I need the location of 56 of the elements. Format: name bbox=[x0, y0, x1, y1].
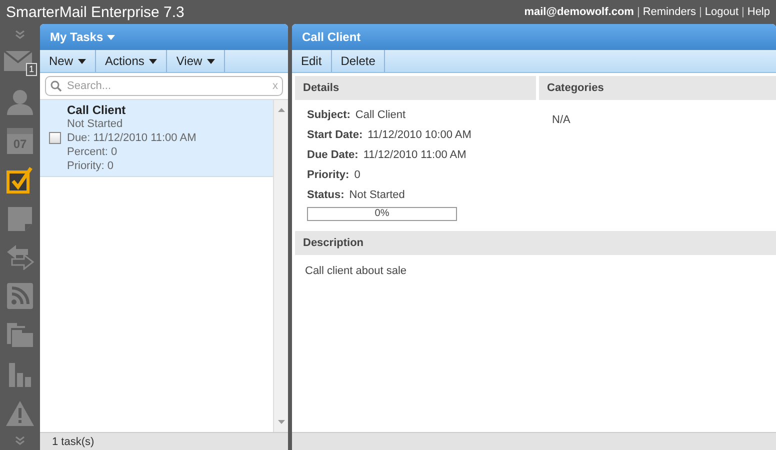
unread-badge: 1 bbox=[26, 63, 37, 76]
separator: | bbox=[636, 6, 640, 18]
scrollbar[interactable] bbox=[273, 100, 288, 432]
task-percent: Percent: 0 bbox=[67, 145, 118, 159]
toolbar-button[interactable]: Edit bbox=[292, 50, 332, 72]
task-title: Call Client bbox=[67, 103, 127, 117]
folders-icon[interactable] bbox=[6, 322, 34, 348]
bar-chart-icon[interactable] bbox=[7, 360, 33, 387]
menu-button[interactable]: View bbox=[167, 50, 226, 72]
caret-icon bbox=[207, 58, 216, 64]
task-status: Not Started bbox=[67, 117, 124, 131]
chevrons-down-icon[interactable] bbox=[14, 30, 26, 40]
chevrons-down-icon[interactable] bbox=[14, 436, 26, 446]
caret-icon bbox=[107, 34, 116, 40]
field-label: Start Date: bbox=[307, 129, 363, 141]
section-title: Details bbox=[303, 82, 340, 94]
arrows-icon[interactable] bbox=[6, 244, 34, 270]
app-title: SmarterMail Enterprise 7.3 bbox=[6, 4, 184, 20]
task-priority: Priority: 0 bbox=[67, 159, 114, 173]
search-icon bbox=[50, 80, 62, 92]
section-title: Description bbox=[303, 237, 364, 249]
scroll-down-icon[interactable] bbox=[278, 420, 284, 424]
field-label: Due Date: bbox=[307, 149, 358, 161]
caret-icon bbox=[149, 58, 158, 64]
field-value: 11/12/2010 10:00 AM bbox=[368, 129, 472, 141]
field-value: 0 bbox=[354, 169, 360, 181]
warning-icon[interactable] bbox=[5, 400, 35, 426]
top-link[interactable]: Help bbox=[747, 6, 770, 18]
separator: | bbox=[742, 6, 744, 18]
progress-reading: 0% bbox=[374, 208, 390, 220]
account-link[interactable]: mail@demowolf.com bbox=[524, 6, 634, 18]
separator: | bbox=[699, 6, 702, 18]
field-label: Subject: bbox=[307, 109, 350, 121]
field-value: 11/12/2010 11:00 AM bbox=[363, 149, 466, 161]
category-text: N/A bbox=[552, 114, 570, 126]
rss-icon[interactable] bbox=[7, 283, 33, 310]
panel-title: Call Client bbox=[302, 30, 361, 44]
top-link[interactable]: Logout bbox=[704, 6, 739, 18]
menu-button[interactable]: Actions bbox=[96, 50, 168, 72]
field-value: Call Client bbox=[355, 109, 406, 121]
field-label: Status: bbox=[307, 189, 344, 201]
section-title: Categories bbox=[547, 82, 604, 94]
note-icon[interactable] bbox=[7, 206, 33, 232]
person-icon[interactable] bbox=[6, 89, 34, 116]
description-text: Call client about sale bbox=[305, 265, 408, 277]
checkbox[interactable] bbox=[49, 132, 61, 144]
toolbar-button[interactable]: Delete bbox=[332, 50, 386, 72]
field-value: Not Started bbox=[349, 189, 405, 201]
task-count: 1 task(s) bbox=[52, 436, 94, 448]
menu-button[interactable]: New bbox=[40, 50, 96, 72]
top-link[interactable]: Reminders bbox=[642, 6, 696, 18]
caret-icon bbox=[78, 58, 86, 64]
task-item[interactable]: Call Client Not Started Due: 11/12/2010 11:00 AM Percent: 0 Priority: 0 bbox=[40, 100, 273, 177]
field-label: Priority: bbox=[307, 169, 350, 181]
task-due: Due: 11/12/2010 11:00 AM bbox=[67, 131, 196, 145]
scroll-up-icon[interactable] bbox=[278, 108, 284, 112]
